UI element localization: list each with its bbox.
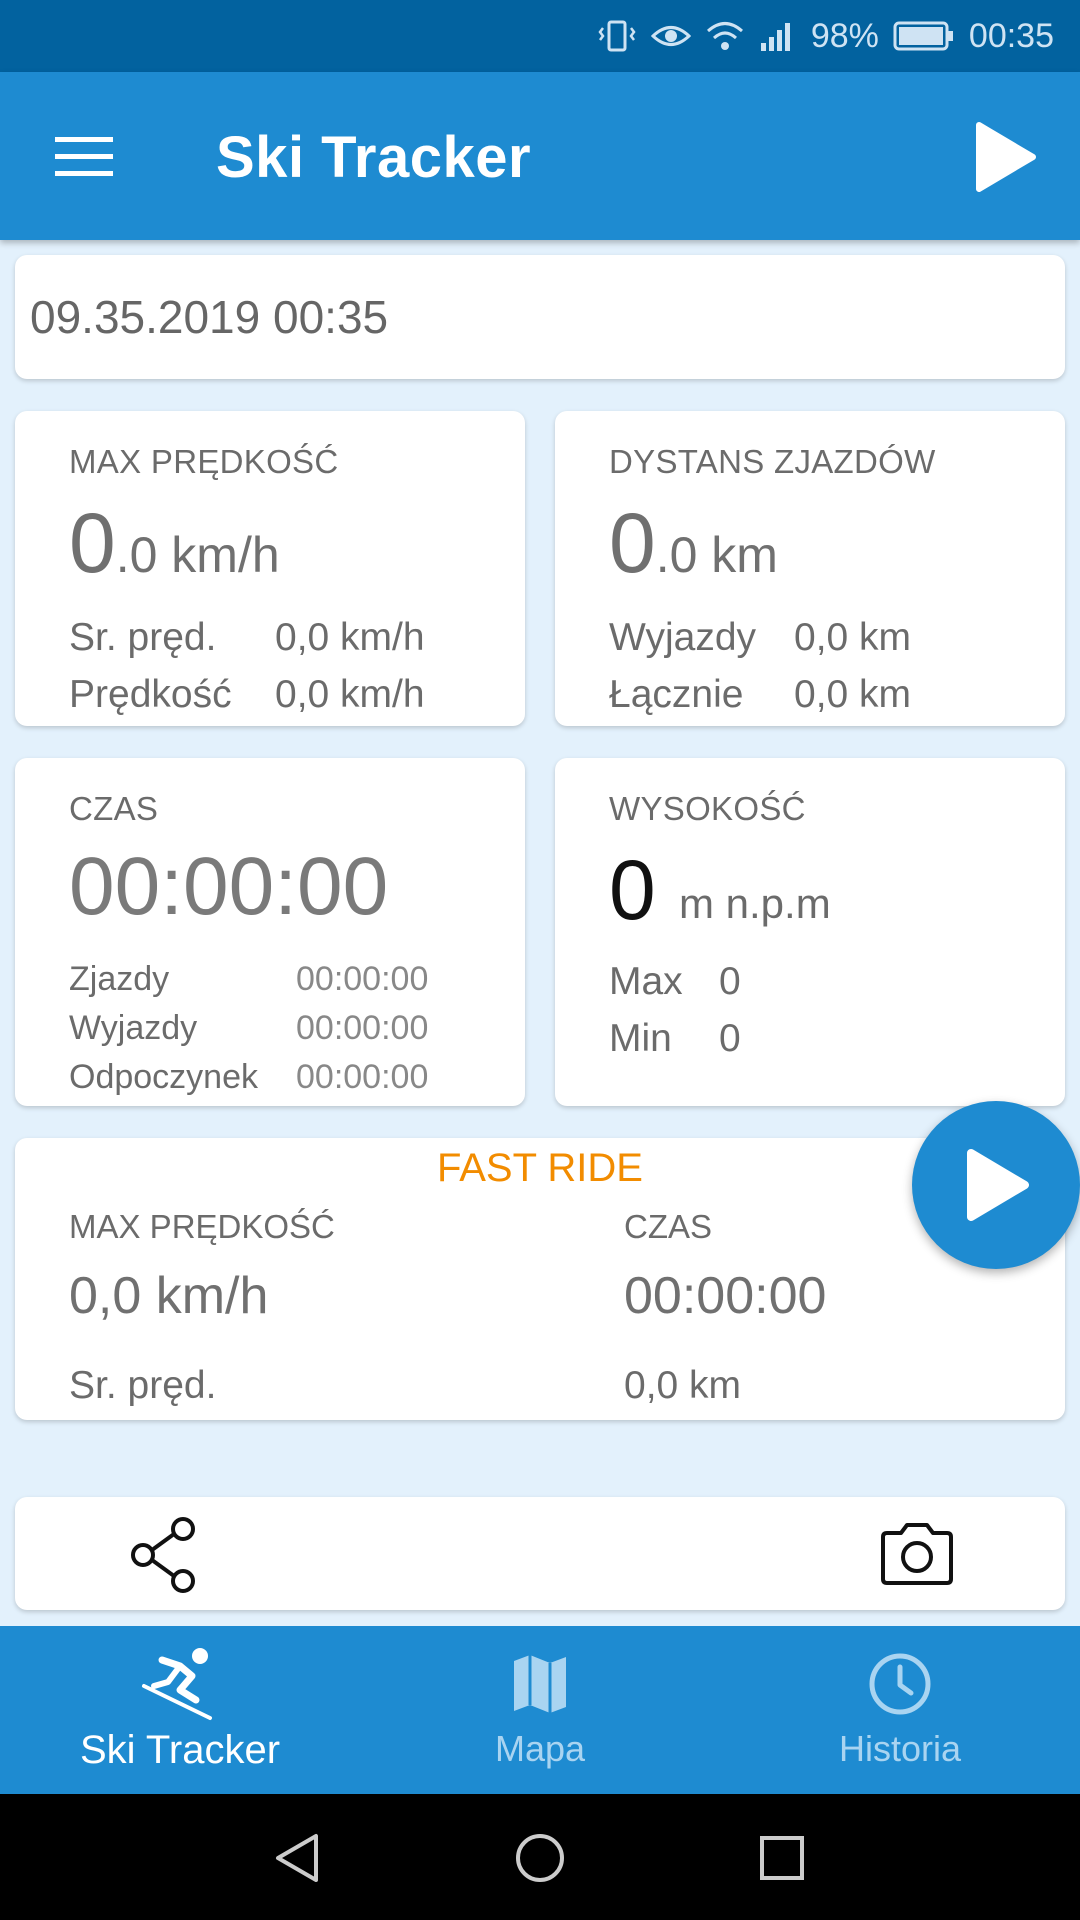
distance-label: DYSTANS ZJAZDÓW xyxy=(609,443,936,480)
stat-row-value: 0 xyxy=(719,1017,741,1060)
clock-time: 00:35 xyxy=(968,16,1054,55)
stat-row: Wyjazdy 00:00:00 xyxy=(69,1009,428,1048)
camera-icon[interactable] xyxy=(877,1519,957,1589)
stat-row: Max 0 xyxy=(609,960,741,1004)
system-nav-bar xyxy=(0,1794,1080,1920)
stat-row-label: Prędkość xyxy=(69,673,232,716)
stat-row-label: Wyjazdy xyxy=(609,616,757,659)
recents-icon[interactable] xyxy=(756,1832,808,1884)
play-icon[interactable] xyxy=(960,112,1050,202)
max-speed-label: MAX PRĘDKOŚĆ xyxy=(69,443,339,480)
fast-ride-time-value: 00:00:00 xyxy=(624,1267,827,1325)
signal-icon xyxy=(759,19,797,53)
nav-label: Mapa xyxy=(494,1728,586,1769)
stat-row: Min 0 xyxy=(609,1017,741,1061)
max-speed-int: 0 xyxy=(69,496,116,590)
fast-ride-time-label: CZAS xyxy=(624,1208,713,1245)
max-speed-value: 0 .0 km/h xyxy=(69,495,280,592)
stat-row: Zjazdy 00:00:00 xyxy=(69,960,428,999)
nav-label: Historia xyxy=(838,1728,962,1769)
stat-row: Łącznie 0,0 km xyxy=(609,673,911,717)
stat-row: Prędkość 0,0 km/h xyxy=(69,673,425,717)
distance-card: DYSTANS ZJAZDÓW 0 .0 km Wyjazdy 0,0 km Ł… xyxy=(555,411,1065,726)
stat-row-value: 0,0 km/h xyxy=(275,616,425,659)
play-icon xyxy=(967,1149,1029,1221)
app-title: Ski Tracker xyxy=(216,125,532,190)
battery-percent: 98% xyxy=(810,16,879,55)
distance-int: 0 xyxy=(609,496,656,590)
stat-row-label: Łącznie xyxy=(609,673,744,716)
altitude-label: WYSOKOŚĆ xyxy=(609,790,806,827)
altitude-card: WYSOKOŚĆ 0 m n.p.m Max 0 Min 0 xyxy=(555,758,1065,1106)
session-date: 09.35.2019 00:35 xyxy=(30,291,389,343)
clock-icon xyxy=(855,1644,945,1724)
vibrate-icon xyxy=(597,19,637,53)
altitude-value: 0 xyxy=(609,843,656,937)
stat-row-value: 00:00:00 xyxy=(296,1058,429,1096)
fast-ride-max-speed-value: 0,0 km/h xyxy=(69,1267,269,1325)
fast-ride-max-speed-label: MAX PRĘDKOŚĆ xyxy=(69,1208,335,1245)
start-fast-ride-button[interactable] xyxy=(912,1101,1080,1269)
distance-value: 0 .0 km xyxy=(609,495,778,592)
status-bar: 98% 00:35 xyxy=(0,0,1080,72)
stat-row-value: 00:00:00 xyxy=(296,960,429,998)
time-card: CZAS 00:00:00 Zjazdy 00:00:00 Wyjazdy 00… xyxy=(15,758,525,1106)
stat-row-label: Wyjazdy xyxy=(69,1009,198,1047)
fast-ride-avg-speed-label: Sr. pręd. xyxy=(69,1364,217,1407)
action-card xyxy=(15,1497,1065,1610)
stat-row-value: 0,0 km xyxy=(794,616,912,659)
altitude-unit: m n.p.m xyxy=(679,880,831,927)
skier-icon xyxy=(135,1644,225,1724)
time-value: 00:00:00 xyxy=(69,841,389,932)
stat-row: Odpoczynek 00:00:00 xyxy=(69,1058,428,1097)
nav-item-mapa[interactable]: Mapa xyxy=(360,1626,720,1794)
stat-row-label: Zjazdy xyxy=(69,960,170,998)
home-icon[interactable] xyxy=(514,1832,566,1884)
stat-row-value: 00:00:00 xyxy=(296,1009,429,1047)
eye-icon xyxy=(650,21,691,51)
menu-icon[interactable] xyxy=(40,116,128,196)
stat-row: Wyjazdy 0,0 km xyxy=(609,616,911,660)
map-icon xyxy=(495,1644,585,1724)
stat-row-label: Sr. pręd. xyxy=(69,616,217,659)
share-icon[interactable] xyxy=(125,1515,205,1595)
stat-row: Sr. pręd. 0,0 km/h xyxy=(69,616,425,660)
stat-row-label: Odpoczynek xyxy=(69,1058,258,1096)
wifi-icon xyxy=(705,19,745,53)
distance-rest: .0 km xyxy=(655,527,778,583)
nav-item-historia[interactable]: Historia xyxy=(720,1626,1080,1794)
stat-row-value: 0 xyxy=(719,960,741,1003)
nav-item-ski-tracker[interactable]: Ski Tracker xyxy=(0,1626,360,1794)
time-label: CZAS xyxy=(69,790,159,827)
max-speed-card: MAX PRĘDKOŚĆ 0 .0 km/h Sr. pręd. 0,0 km/… xyxy=(15,411,525,726)
bottom-nav: Ski Tracker Mapa Historia xyxy=(0,1626,1080,1794)
stat-row-label: Min xyxy=(609,1017,672,1060)
nav-label: Ski Tracker xyxy=(79,1728,281,1772)
fast-ride-title: FAST RIDE xyxy=(437,1146,643,1190)
app-bar: Ski Tracker xyxy=(0,72,1080,240)
stat-row-value: 0,0 km xyxy=(794,673,912,716)
fast-ride-card: FAST RIDE MAX PRĘDKOŚĆ 0,0 km/h Sr. pręd… xyxy=(15,1138,1065,1420)
battery-icon xyxy=(893,20,955,52)
stat-row-value: 0,0 km/h xyxy=(275,673,425,716)
back-icon[interactable] xyxy=(272,1832,324,1884)
date-card: 09.35.2019 00:35 xyxy=(15,255,1065,379)
fast-ride-distance-value: 0,0 km xyxy=(624,1364,742,1407)
stat-row-label: Max xyxy=(609,960,683,1003)
max-speed-rest: .0 km/h xyxy=(115,527,280,583)
